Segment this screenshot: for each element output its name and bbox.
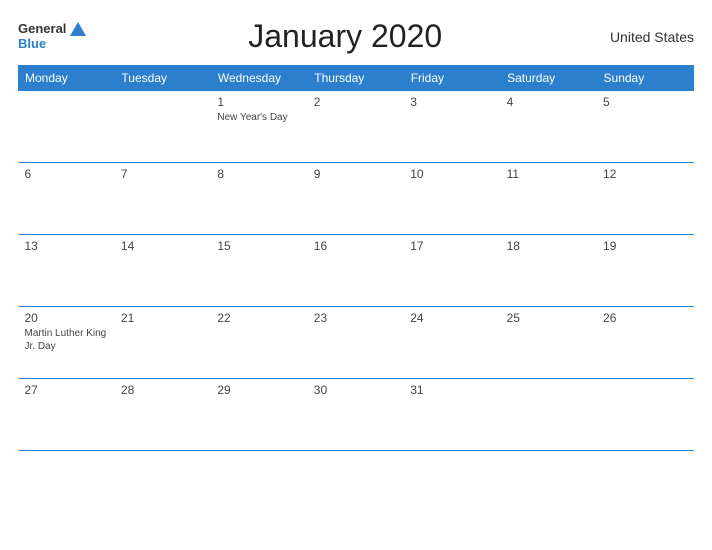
day-cell: 24: [404, 307, 500, 379]
country-label: United States: [604, 29, 694, 45]
day-header-wednesday: Wednesday: [211, 66, 307, 91]
day-cell: 29: [211, 379, 307, 451]
day-cell: 12: [597, 163, 693, 235]
day-number: 8: [217, 167, 301, 181]
logo-triangle-icon: [70, 22, 86, 36]
day-number: 7: [121, 167, 205, 181]
calendar-table: MondayTuesdayWednesdayThursdayFridaySatu…: [18, 65, 694, 451]
day-number: 11: [507, 167, 591, 181]
day-number: 18: [507, 239, 591, 253]
day-cell: 30: [308, 379, 404, 451]
day-header-friday: Friday: [404, 66, 500, 91]
day-cell: 18: [501, 235, 597, 307]
day-cell: 2: [308, 91, 404, 163]
day-number: 28: [121, 383, 205, 397]
day-number: 29: [217, 383, 301, 397]
day-number: 4: [507, 95, 591, 109]
calendar-container: General Blue January 2020 United States …: [0, 0, 712, 550]
calendar-header: General Blue January 2020 United States: [18, 18, 694, 55]
week-row-5: 27 28 29 30 31: [19, 379, 694, 451]
week-row-4: 20 Martin Luther King Jr. Day 21 22 23 24 25 26: [19, 307, 694, 379]
day-number: 19: [603, 239, 687, 253]
day-number: 12: [603, 167, 687, 181]
day-number: 1: [217, 95, 301, 109]
day-number: 6: [25, 167, 109, 181]
day-number: 5: [603, 95, 687, 109]
day-cell: 8: [211, 163, 307, 235]
day-cell: 20 Martin Luther King Jr. Day: [19, 307, 115, 379]
day-number: 3: [410, 95, 494, 109]
week-row-3: 13 14 15 16 17 18 19: [19, 235, 694, 307]
holiday-name: New Year's Day: [217, 111, 301, 124]
day-number: 14: [121, 239, 205, 253]
day-number: 24: [410, 311, 494, 325]
day-number: 22: [217, 311, 301, 325]
day-cell: [597, 379, 693, 451]
week-row-1: 1 New Year's Day 2345: [19, 91, 694, 163]
day-cell: 27: [19, 379, 115, 451]
day-cell: 26: [597, 307, 693, 379]
day-cell: 9: [308, 163, 404, 235]
logo: General Blue: [18, 22, 86, 51]
day-cell: 28: [115, 379, 211, 451]
logo-blue-text: Blue: [18, 37, 86, 51]
logo-general-text: General: [18, 22, 66, 36]
day-cell: 5: [597, 91, 693, 163]
day-number: 15: [217, 239, 301, 253]
day-cell: 31: [404, 379, 500, 451]
day-cell: [115, 91, 211, 163]
day-cell: 1 New Year's Day: [211, 91, 307, 163]
day-number: 9: [314, 167, 398, 181]
day-number: 31: [410, 383, 494, 397]
day-header-tuesday: Tuesday: [115, 66, 211, 91]
day-header-monday: Monday: [19, 66, 115, 91]
day-cell: 22: [211, 307, 307, 379]
day-cell: 11: [501, 163, 597, 235]
day-number: 21: [121, 311, 205, 325]
week-row-2: 6789 10 11 12: [19, 163, 694, 235]
day-number: 25: [507, 311, 591, 325]
calendar-body: 1New Year's Day2345678910111213141516171…: [19, 91, 694, 451]
day-cell: 4: [501, 91, 597, 163]
day-number: 23: [314, 311, 398, 325]
day-cell: 16: [308, 235, 404, 307]
day-number: 2: [314, 95, 398, 109]
day-number: 10: [410, 167, 494, 181]
day-number: 26: [603, 311, 687, 325]
day-header-saturday: Saturday: [501, 66, 597, 91]
calendar-header-row: MondayTuesdayWednesdayThursdayFridaySatu…: [19, 66, 694, 91]
day-header-sunday: Sunday: [597, 66, 693, 91]
day-cell: [501, 379, 597, 451]
day-cell: 13: [19, 235, 115, 307]
day-header-thursday: Thursday: [308, 66, 404, 91]
day-cell: 7: [115, 163, 211, 235]
day-number: 30: [314, 383, 398, 397]
day-cell: 14: [115, 235, 211, 307]
day-cell: 25: [501, 307, 597, 379]
day-cell: 3: [404, 91, 500, 163]
day-number: 27: [25, 383, 109, 397]
day-number: 13: [25, 239, 109, 253]
holiday-name: Martin Luther King Jr. Day: [25, 327, 109, 353]
day-cell: 10: [404, 163, 500, 235]
day-cell: 19: [597, 235, 693, 307]
day-number: 20: [25, 311, 109, 325]
day-cell: 15: [211, 235, 307, 307]
day-cell: 23: [308, 307, 404, 379]
day-cell: 6: [19, 163, 115, 235]
day-cell: [19, 91, 115, 163]
day-number: 16: [314, 239, 398, 253]
day-number: 17: [410, 239, 494, 253]
calendar-title: January 2020: [86, 18, 604, 55]
day-cell: 17: [404, 235, 500, 307]
day-cell: 21: [115, 307, 211, 379]
